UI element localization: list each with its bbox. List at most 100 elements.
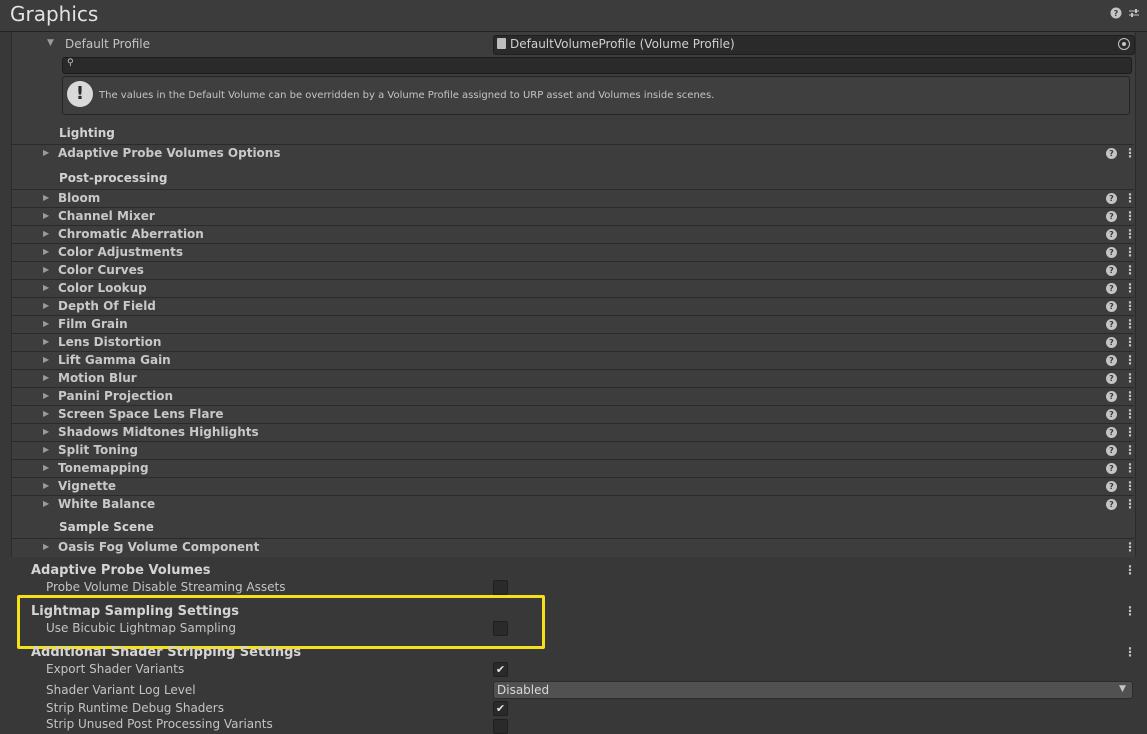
- foldout-arrow-icon[interactable]: ▶: [43, 459, 53, 477]
- more-menu-icon[interactable]: ⋮: [1124, 191, 1136, 205]
- foldout-arrow-icon[interactable]: ▶: [43, 477, 53, 495]
- help-icon[interactable]: ?: [1106, 148, 1117, 159]
- help-icon[interactable]: ?: [1106, 427, 1117, 438]
- foldout-arrow-icon[interactable]: ▶: [43, 423, 53, 441]
- foldout-expanded-icon[interactable]: ▼: [47, 38, 54, 48]
- component-row[interactable]: [12, 351, 1134, 370]
- help-icon[interactable]: ?: [1106, 319, 1117, 330]
- foldout-arrow-icon[interactable]: ▶: [43, 333, 53, 351]
- more-menu-icon[interactable]: ⋮: [1124, 443, 1136, 457]
- component-label: White Balance: [58, 497, 156, 511]
- more-menu-icon[interactable]: ⋮: [1124, 335, 1136, 349]
- help-icon[interactable]: ?: [1106, 499, 1117, 510]
- apv-section-title[interactable]: Adaptive Probe Volumes: [31, 563, 211, 578]
- help-icon[interactable]: ?: [1106, 337, 1117, 348]
- log-level-value: Disabled: [497, 683, 550, 697]
- component-row[interactable]: [12, 477, 1134, 496]
- component-row[interactable]: [12, 369, 1134, 388]
- strip-unused-checkbox[interactable]: [493, 719, 508, 734]
- foldout-arrow-icon[interactable]: ▶: [43, 369, 53, 387]
- help-icon[interactable]: ?: [1106, 193, 1117, 204]
- foldout-arrow-icon[interactable]: ▶: [43, 225, 53, 243]
- help-icon[interactable]: ?: [1106, 229, 1117, 240]
- export-variants-checkbox[interactable]: ✔: [493, 662, 508, 677]
- component-label: Chromatic Aberration: [58, 227, 204, 241]
- apv-menu-icon[interactable]: ⋮: [1124, 563, 1136, 577]
- component-row[interactable]: [12, 315, 1134, 334]
- foldout-arrow-icon[interactable]: ▶: [43, 351, 53, 369]
- more-menu-icon[interactable]: ⋮: [1124, 425, 1136, 439]
- component-row[interactable]: [12, 387, 1134, 406]
- foldout-arrow-icon[interactable]: ▶: [43, 243, 53, 261]
- more-menu-icon[interactable]: ⋮: [1124, 497, 1136, 511]
- more-menu-icon[interactable]: ⋮: [1124, 227, 1136, 241]
- strip-debug-label: Strip Runtime Debug Shaders: [46, 701, 224, 715]
- more-menu-icon[interactable]: ⋮: [1124, 540, 1136, 554]
- help-icon[interactable]: ?: [1109, 7, 1123, 21]
- stripping-menu-icon[interactable]: ⋮: [1124, 645, 1136, 659]
- help-icon[interactable]: ?: [1106, 391, 1117, 402]
- component-label: Color Lookup: [58, 281, 147, 295]
- component-row[interactable]: [12, 495, 1134, 514]
- foldout-arrow-icon[interactable]: ▶: [43, 144, 53, 162]
- more-menu-icon[interactable]: ⋮: [1124, 263, 1136, 277]
- foldout-arrow-icon[interactable]: ▶: [43, 315, 53, 333]
- help-icon[interactable]: ?: [1106, 481, 1117, 492]
- foldout-arrow-icon[interactable]: ▶: [43, 405, 53, 423]
- foldout-arrow-icon[interactable]: ▶: [43, 538, 53, 556]
- group-lighting: Lighting: [59, 126, 115, 140]
- strip-debug-checkbox[interactable]: ✔: [493, 701, 508, 716]
- help-icon[interactable]: ?: [1106, 211, 1117, 222]
- component-row[interactable]: [12, 261, 1134, 280]
- component-row[interactable]: [12, 297, 1134, 316]
- component-label: Bloom: [58, 191, 101, 205]
- more-menu-icon[interactable]: ⋮: [1124, 371, 1136, 385]
- foldout-arrow-icon[interactable]: ▶: [43, 207, 53, 225]
- default-profile-value: DefaultVolumeProfile (Volume Profile): [510, 37, 735, 51]
- help-icon[interactable]: ?: [1106, 445, 1117, 456]
- component-row[interactable]: [12, 189, 1134, 208]
- export-variants-label: Export Shader Variants: [46, 662, 185, 676]
- help-icon[interactable]: ?: [1106, 301, 1117, 312]
- more-menu-icon[interactable]: ⋮: [1124, 353, 1136, 367]
- foldout-arrow-icon[interactable]: ▶: [43, 441, 53, 459]
- foldout-arrow-icon[interactable]: ▶: [43, 261, 53, 279]
- help-icon[interactable]: ?: [1106, 373, 1117, 384]
- more-menu-icon[interactable]: ⋮: [1124, 299, 1136, 313]
- more-menu-icon[interactable]: ⋮: [1124, 389, 1136, 403]
- help-icon[interactable]: ?: [1106, 463, 1117, 474]
- search-input[interactable]: [62, 57, 1132, 74]
- more-menu-icon[interactable]: ⋮: [1124, 317, 1136, 331]
- component-row[interactable]: [12, 279, 1134, 298]
- more-menu-icon[interactable]: ⋮: [1124, 281, 1136, 295]
- foldout-arrow-icon[interactable]: ▶: [43, 297, 53, 315]
- more-menu-icon[interactable]: ⋮: [1124, 146, 1136, 160]
- highlight-box: [17, 595, 545, 649]
- component-row[interactable]: [12, 459, 1134, 478]
- disable-streaming-checkbox[interactable]: [493, 580, 508, 595]
- help-icon[interactable]: ?: [1106, 247, 1117, 258]
- log-level-dropdown[interactable]: [493, 681, 1133, 699]
- stripping-section-title[interactable]: Additional Shader Stripping Settings: [31, 645, 301, 660]
- foldout-arrow-icon[interactable]: ▶: [43, 495, 53, 513]
- foldout-arrow-icon[interactable]: ▶: [43, 387, 53, 405]
- component-row[interactable]: [12, 207, 1134, 226]
- help-icon[interactable]: ?: [1106, 265, 1117, 276]
- sliders-icon[interactable]: [1127, 7, 1141, 21]
- lightmap-menu-icon[interactable]: ⋮: [1124, 604, 1136, 618]
- more-menu-icon[interactable]: ⋮: [1124, 209, 1136, 223]
- more-menu-icon[interactable]: ⋮: [1124, 461, 1136, 475]
- component-row[interactable]: [12, 333, 1134, 352]
- object-picker-icon[interactable]: [1118, 38, 1130, 50]
- foldout-arrow-icon[interactable]: ▶: [43, 189, 53, 207]
- foldout-arrow-icon[interactable]: ▶: [43, 279, 53, 297]
- more-menu-icon[interactable]: ⋮: [1124, 245, 1136, 259]
- help-icon[interactable]: ?: [1106, 283, 1117, 294]
- help-icon[interactable]: ?: [1106, 409, 1117, 420]
- component-row[interactable]: [12, 441, 1134, 460]
- log-level-label: Shader Variant Log Level: [46, 683, 196, 697]
- help-icon[interactable]: ?: [1106, 355, 1117, 366]
- more-menu-icon[interactable]: ⋮: [1124, 407, 1136, 421]
- svg-text:?: ?: [1114, 9, 1119, 18]
- more-menu-icon[interactable]: ⋮: [1124, 479, 1136, 493]
